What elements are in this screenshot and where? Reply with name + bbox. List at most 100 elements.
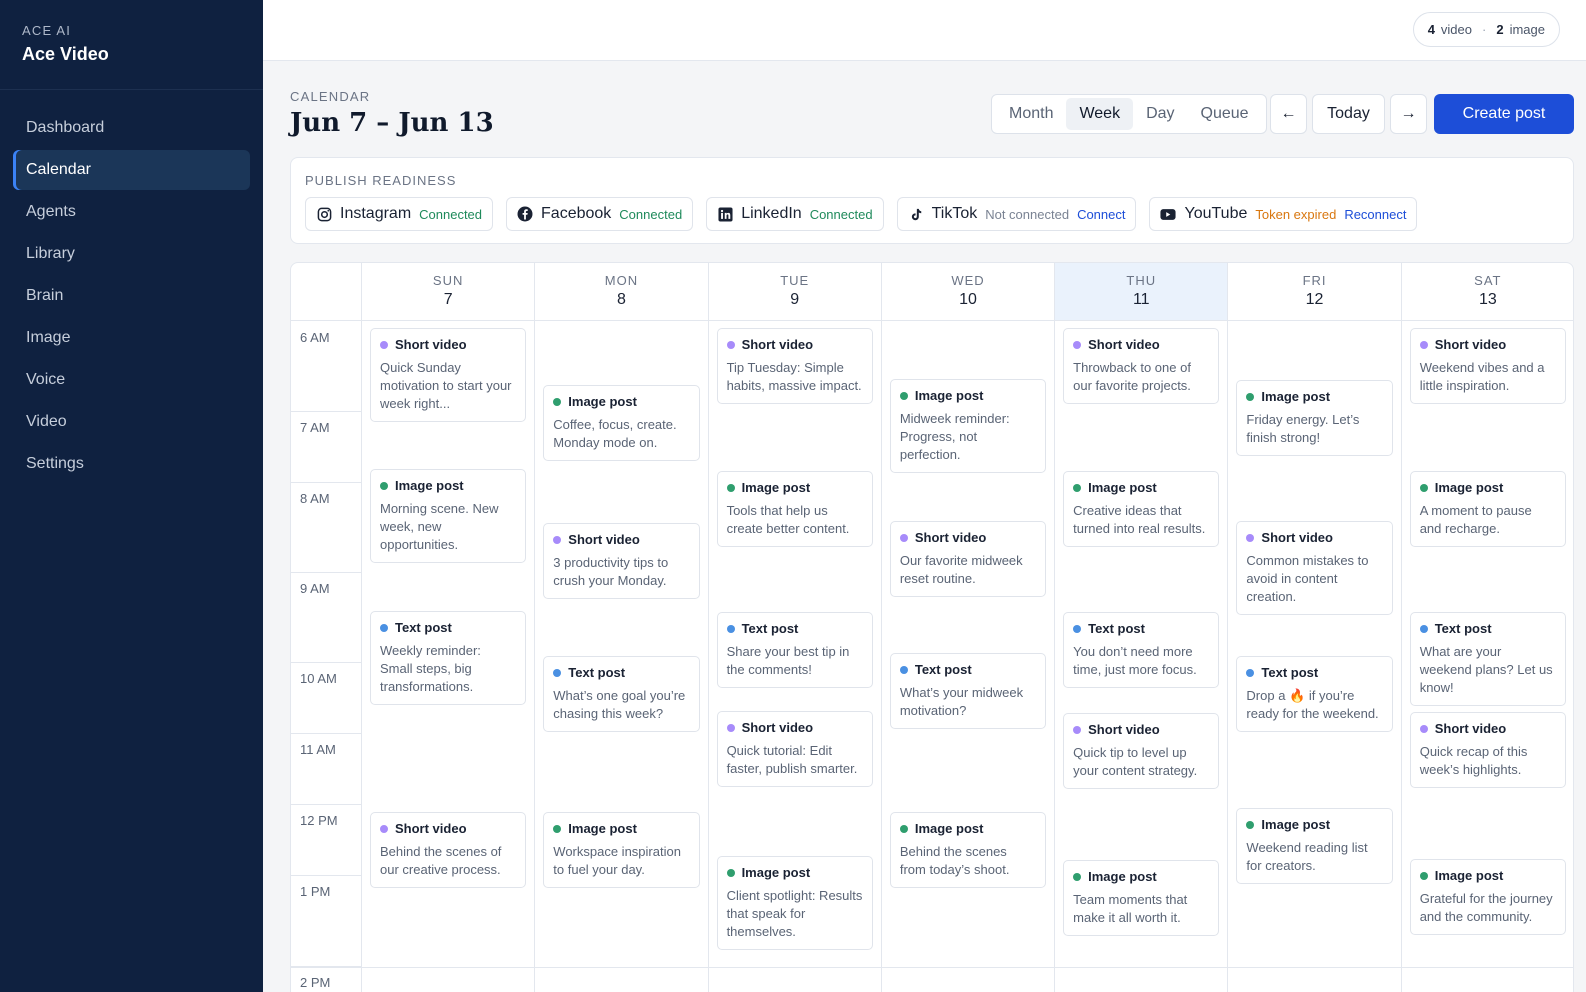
calendar-event-text[interactable]: Text post What’s your midweek motivation? xyxy=(889,653,1047,729)
calendar-event-image[interactable]: Image post Team moments that make it all … xyxy=(1063,860,1220,936)
calendar-event-video[interactable]: Short video Weekend vibes and a little in… xyxy=(1409,328,1566,404)
view-tab-month[interactable]: Month xyxy=(996,98,1066,130)
view-tab-queue[interactable]: Queue xyxy=(1188,98,1262,130)
post-type-dot-icon xyxy=(553,535,562,544)
time-label: 10 AM xyxy=(300,671,337,686)
sidebar-item-video[interactable]: Video xyxy=(13,402,250,442)
time-label: 11 AM xyxy=(300,742,336,757)
event-text: Grateful for the journey and the communi… xyxy=(1419,891,1553,924)
event-header: Text post xyxy=(1419,621,1556,636)
calendar-event-image[interactable]: Image post Weekend reading list for creat… xyxy=(1236,808,1393,884)
event-header: Text post xyxy=(1073,621,1209,636)
event-header: Text post xyxy=(726,621,863,636)
platform-status: Token expired xyxy=(1255,206,1337,222)
calendar-event-video[interactable]: Short video Tip Tuesday: Simple habits, m… xyxy=(716,328,873,404)
event-text: Common mistakes to avoid in content crea… xyxy=(1246,553,1369,604)
sidebar-item-image[interactable]: Image xyxy=(13,318,250,358)
event-header: Image post xyxy=(726,865,863,880)
event-type: Short video xyxy=(741,720,814,735)
calendar-event-video[interactable]: Short video Common mistakes to avoid in c… xyxy=(1236,521,1393,615)
calendar-event-video[interactable]: Short video Throwback to one of our favor… xyxy=(1063,328,1220,404)
event-header: Short video xyxy=(1419,337,1556,352)
event-text: Midweek reminder: Progress, not perfecti… xyxy=(899,411,1010,462)
time-label: 2 PM xyxy=(300,975,331,990)
post-type-dot-icon xyxy=(1419,871,1428,880)
calendar-event-image[interactable]: Image post Creative ideas that turned int… xyxy=(1063,471,1220,547)
calendar-event-text[interactable]: Text post Drop a 🔥 if you’re ready for th… xyxy=(1236,656,1393,732)
tiktok-connect-link[interactable]: Connect xyxy=(1077,207,1125,222)
calendar-event-video[interactable]: Short video Our favorite midweek reset ro… xyxy=(889,521,1047,597)
post-type-dot-icon xyxy=(1246,533,1255,542)
event-type: Text post xyxy=(395,620,452,635)
calendar-event-image[interactable]: Image post Tools that help us create bett… xyxy=(716,471,873,547)
day-header-tue[interactable]: TUE 9 xyxy=(708,263,882,321)
event-header: Image post xyxy=(899,388,1036,403)
calendar-event-text[interactable]: Text post You don’t need more time, just … xyxy=(1063,612,1220,688)
day-header-fri[interactable]: FRI 12 xyxy=(1228,263,1402,321)
event-header: Short video xyxy=(899,530,1036,545)
next-week-button[interactable]: → xyxy=(1390,94,1427,134)
day-header-thu[interactable]: THU 11 xyxy=(1055,263,1229,321)
day-header-mon[interactable]: MON 8 xyxy=(535,263,709,321)
day-header-sun[interactable]: SUN 7 xyxy=(362,263,536,321)
prev-week-button[interactable]: ← xyxy=(1270,94,1307,134)
topbar: 4 video · 2 image xyxy=(263,0,1586,61)
day-header-wed[interactable]: WED 10 xyxy=(881,263,1056,321)
event-type: Image post xyxy=(741,865,811,880)
view-tab-week[interactable]: Week xyxy=(1066,98,1134,130)
youtube-reconnect-link[interactable]: Reconnect xyxy=(1344,207,1406,222)
sidebar-item-agents[interactable]: Agents xyxy=(13,192,250,232)
day-number: 12 xyxy=(1305,291,1324,308)
calendar-event-image[interactable]: Image post Midweek reminder: Progress, no… xyxy=(889,379,1047,473)
event-type: Image post xyxy=(1434,480,1504,495)
calendar-event-text[interactable]: Text post Share your best tip in the comm… xyxy=(716,612,873,688)
platform-linkedin: LinkedIn Connected xyxy=(706,197,884,231)
hour-line xyxy=(291,572,362,573)
platform-name: LinkedIn xyxy=(741,205,802,222)
calendar-event-image[interactable]: Image post Coffee, focus, create. Monday … xyxy=(543,385,700,461)
calendar-event-video[interactable]: Short video Quick tutorial: Edit faster, … xyxy=(716,711,873,787)
today-button[interactable]: Today xyxy=(1312,94,1385,134)
event-header: Image post xyxy=(1246,817,1382,832)
calendar-event-text[interactable]: Text post What’s one goal you’re chasing … xyxy=(543,656,700,732)
day-header-sat[interactable]: SAT 13 xyxy=(1401,263,1573,321)
calendar-event-video[interactable]: Short video Behind the scenes of our crea… xyxy=(370,812,527,888)
sidebar-item-settings[interactable]: Settings xyxy=(13,444,250,484)
event-text: Quick tip to level up your content strat… xyxy=(1073,745,1198,778)
sidebar-item-voice[interactable]: Voice xyxy=(13,360,250,400)
calendar-event-image[interactable]: Image post Morning scene. New week, new o… xyxy=(370,469,527,563)
calendar-event-video[interactable]: Short video Quick recap of this week’s hi… xyxy=(1409,712,1566,788)
calendar-event-image[interactable]: Image post Behind the scenes from today’s… xyxy=(889,812,1047,888)
event-text: Team moments that make it all worth it. xyxy=(1073,892,1188,925)
view-tab-day[interactable]: Day xyxy=(1133,98,1187,130)
sidebar-item-library[interactable]: Library xyxy=(13,234,250,274)
calendar-event-text[interactable]: Text post What are your weekend plans? Le… xyxy=(1409,612,1566,706)
post-type-dot-icon xyxy=(553,668,562,677)
post-type-dot-icon xyxy=(899,533,908,542)
calendar-event-image[interactable]: Image post Grateful for the journey and t… xyxy=(1409,859,1566,935)
calendar-event-video[interactable]: Short video Quick tip to level up your co… xyxy=(1063,713,1220,789)
sidebar-item-dashboard[interactable]: Dashboard xyxy=(13,108,250,148)
sidebar: ACE AI Ace Video Dashboard Calendar Agents… xyxy=(0,0,263,992)
event-header: Image post xyxy=(553,821,689,836)
publish-readiness-panel: PUBLISH READINESS Instagram Connected Face… xyxy=(290,157,1574,244)
calendar-event-image[interactable]: Image post Workspace inspiration to fuel … xyxy=(543,812,700,888)
event-text: Friday energy. Let’s finish strong! xyxy=(1246,412,1360,445)
platform-tiktok: TikTok Not connected Connect xyxy=(896,197,1137,231)
create-post-button[interactable]: Create post xyxy=(1434,94,1574,134)
event-type: Short video xyxy=(1434,337,1507,352)
sidebar-item-calendar[interactable]: Calendar xyxy=(13,150,250,190)
calendar-event-image[interactable]: Image post Client spotlight: Results that… xyxy=(716,856,873,950)
hour-line xyxy=(291,482,362,483)
calendar-event-image[interactable]: Image post Friday energy. Let’s finish st… xyxy=(1236,380,1393,456)
post-type-dot-icon xyxy=(899,391,908,400)
day-number: 13 xyxy=(1478,291,1497,308)
calendar-event-video[interactable]: Short video Quick Sunday motivation to st… xyxy=(370,328,527,422)
calendar-event-video[interactable]: Short video 3 productivity tips to crush … xyxy=(543,523,700,599)
calendar-event-image[interactable]: Image post A moment to pause and recharge… xyxy=(1409,471,1566,547)
calendar-event-text[interactable]: Text post Weekly reminder: Small steps, b… xyxy=(370,611,527,705)
day-name: WED xyxy=(951,273,985,288)
sidebar-item-brain[interactable]: Brain xyxy=(13,276,250,316)
sidebar-divider xyxy=(0,89,263,90)
event-type: Image post xyxy=(1088,480,1157,495)
